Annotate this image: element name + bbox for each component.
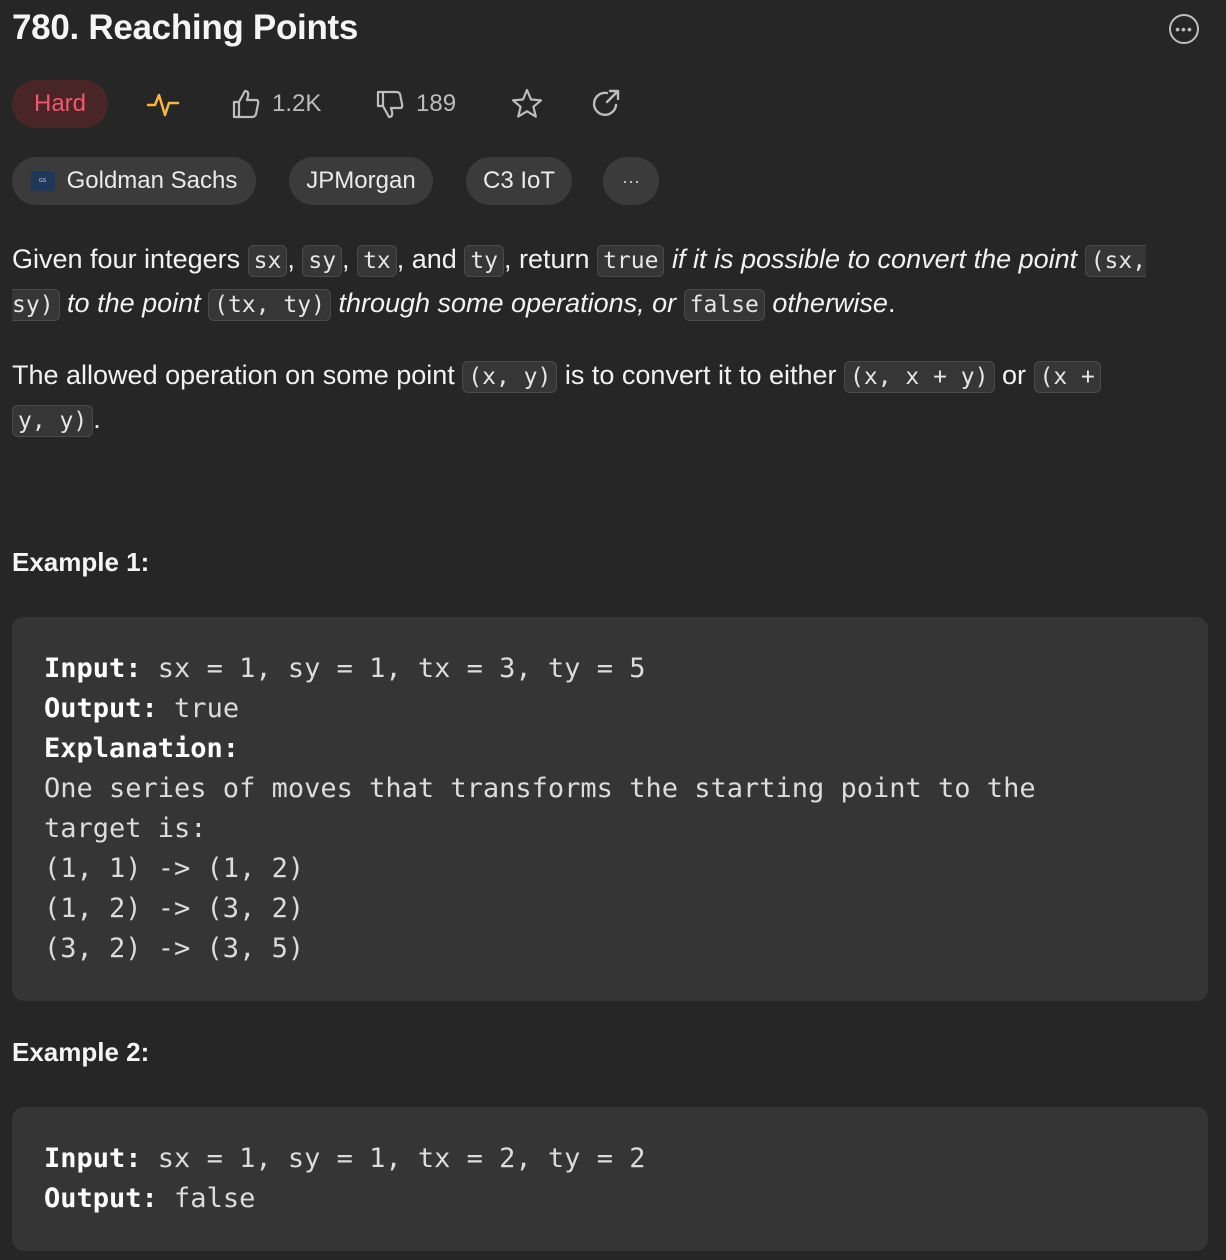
inline-code: (x +: [1033, 361, 1101, 393]
share-icon: [590, 88, 622, 120]
difficulty-badge: Hard: [12, 80, 108, 128]
company-tag-goldman-sachs[interactable]: GS Goldman Sachs: [12, 157, 256, 205]
explanation-line: One series of moves that transforms the …: [44, 773, 1036, 804]
explanation-line: (3, 2) -> (3, 5): [44, 933, 305, 964]
inline-code: tx: [357, 245, 397, 277]
share-button[interactable]: [590, 80, 622, 128]
company-tag-jpmorgan[interactable]: JPMorgan: [289, 157, 433, 205]
problem-title: 780. Reaching Points: [12, 8, 359, 47]
explanation-line: target is:: [44, 813, 207, 844]
example-2-block: Input: sx = 1, sy = 1, tx = 2, ty = 2 Ou…: [12, 1107, 1208, 1251]
inline-code: (tx, ty): [208, 289, 331, 321]
company-tag-label: C3 IoT: [482, 167, 556, 194]
company-tag-label: JPMorgan: [306, 167, 416, 194]
star-icon: [510, 87, 544, 121]
company-tag-c3-iot[interactable]: C3 IoT: [466, 157, 572, 205]
explanation-line: (1, 2) -> (3, 2): [44, 893, 305, 924]
more-options-icon[interactable]: •••: [1169, 14, 1199, 44]
inline-code: true: [597, 245, 665, 277]
activity-button[interactable]: [146, 80, 180, 128]
inline-code: y, y): [12, 405, 94, 437]
company-tag-label: Goldman Sachs: [66, 167, 238, 194]
goldman-sachs-logo: GS: [30, 171, 55, 191]
thumbs-up-icon: [230, 88, 262, 120]
like-button[interactable]: 1.2K: [230, 80, 321, 128]
inline-code: ty: [464, 245, 505, 277]
activity-icon: [146, 89, 180, 119]
inline-code: sy: [302, 245, 343, 277]
inline-code: sx: [247, 245, 288, 277]
dislike-button[interactable]: 189: [374, 80, 456, 128]
inline-code: (x, y): [462, 361, 558, 393]
more-tags-button[interactable]: ···: [603, 157, 659, 205]
like-count: 1.2K: [272, 90, 322, 117]
example-1-title: Example 1:: [12, 547, 150, 577]
explanation-line: (1, 1) -> (1, 2): [44, 853, 305, 884]
description-paragraph-2: The allowed operation on some point (x, …: [12, 354, 1192, 442]
description-paragraph-1: Given four integers sx, sy, tx, and ty, …: [12, 238, 1192, 326]
example-2-title: Example 2:: [12, 1037, 150, 1067]
thumbs-down-icon: [374, 88, 406, 120]
favorite-button[interactable]: [510, 80, 544, 128]
company-tags: GS Goldman Sachs JPMorgan C3 IoT ···: [12, 157, 712, 205]
inline-code: (x, x + y): [844, 361, 995, 393]
dislike-count: 189: [416, 90, 457, 117]
example-1-block: Input: sx = 1, sy = 1, tx = 3, ty = 5 Ou…: [12, 617, 1208, 1001]
problem-actions-bar: Hard 1.2K 189: [12, 80, 712, 128]
inline-code: false: [683, 289, 765, 321]
